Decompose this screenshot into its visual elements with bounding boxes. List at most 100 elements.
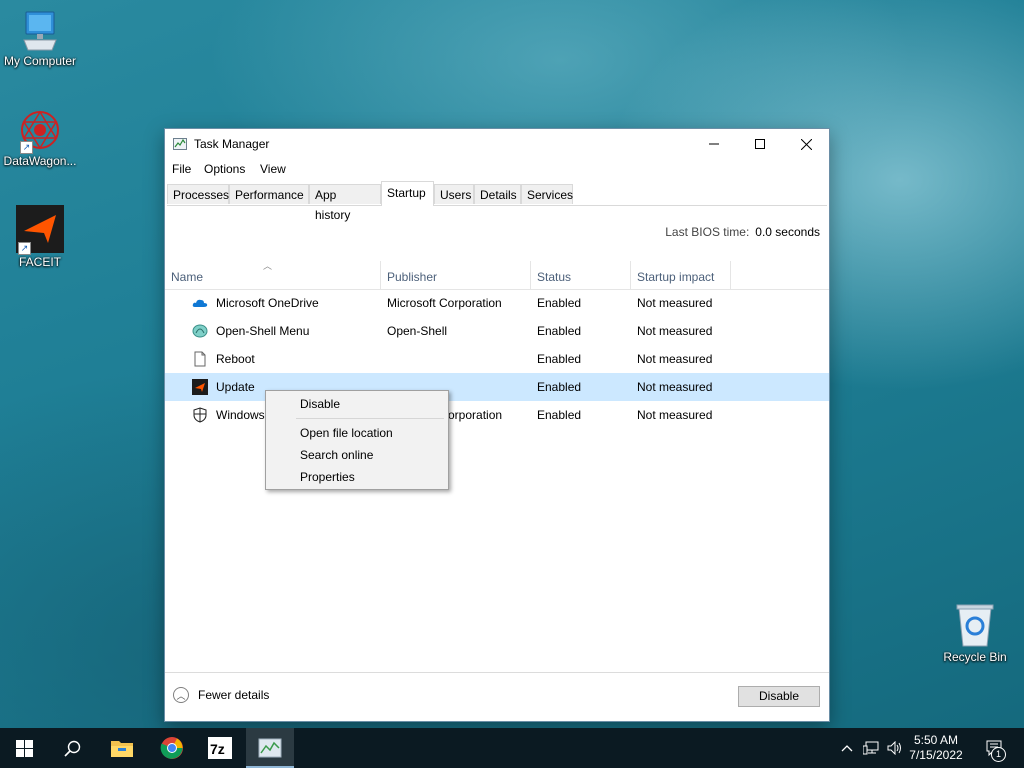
fewer-details-link[interactable]: ︿ Fewer details: [173, 687, 269, 703]
row-impact: Not measured: [637, 296, 713, 310]
row-status: Enabled: [537, 408, 582, 422]
tab-processes[interactable]: Processes: [167, 184, 229, 204]
desktop-icon-label: FACEIT: [18, 255, 61, 269]
window-title: Task Manager: [194, 137, 270, 151]
tab-app-history[interactable]: App history: [309, 184, 381, 222]
row-name: Windows: [216, 408, 265, 422]
svg-text:7z: 7z: [210, 741, 225, 757]
file-explorer-icon: [111, 741, 133, 757]
faceit-icon: ↗: [16, 205, 64, 255]
desktop-icon-datawagon[interactable]: ↗ DataWagon...: [0, 108, 80, 168]
task-manager-icon: [173, 138, 187, 150]
bios-label: Last BIOS time:: [665, 225, 750, 239]
column-label: Name: [171, 270, 204, 284]
7zip-icon: 7z: [208, 737, 232, 759]
menu-bar: File Options View: [165, 159, 829, 179]
faceit-icon: [192, 379, 208, 395]
context-menu-disable[interactable]: Disable: [300, 397, 340, 411]
notification-count-badge: 1: [991, 747, 1006, 762]
maximize-button[interactable]: [737, 129, 783, 159]
column-header-row: ︿ Name Publisher Status Startup impact: [165, 261, 829, 290]
datawagon-icon: ↗: [18, 108, 62, 154]
column-header-publisher[interactable]: Publisher: [381, 261, 531, 289]
table-row[interactable]: Reboot Enabled Not measured: [165, 345, 829, 373]
action-center-button[interactable]: 1: [980, 728, 1010, 768]
context-menu-separator: [296, 418, 444, 419]
clock[interactable]: 5:50 AM 7/15/2022: [904, 733, 968, 763]
tab-details[interactable]: Details: [474, 184, 521, 204]
minimize-button[interactable]: [691, 129, 737, 159]
column-label: Status: [537, 270, 572, 284]
network-icon: [863, 741, 879, 755]
desktop-icon-my-computer[interactable]: My Computer: [0, 10, 80, 68]
column-header-name[interactable]: ︿ Name: [165, 261, 381, 289]
shield-icon: [193, 407, 207, 423]
context-menu-search-online[interactable]: Search online: [300, 448, 373, 462]
search-button[interactable]: [48, 728, 96, 768]
tab-strip: Processes Performance App history Startu…: [167, 181, 827, 222]
row-status: Enabled: [537, 380, 582, 394]
maximize-icon: [755, 139, 765, 149]
volume-button[interactable]: [884, 728, 906, 768]
menu-file[interactable]: File: [172, 162, 191, 176]
row-publisher: Open-Shell: [387, 324, 448, 338]
table-row[interactable]: Microsoft OneDrive Microsoft Corporation…: [165, 289, 829, 317]
open-shell-icon: [192, 324, 208, 338]
menu-options[interactable]: Options: [204, 162, 245, 176]
row-publisher: orporation: [448, 408, 503, 422]
row-impact: Not measured: [637, 324, 713, 338]
clock-date: 7/15/2022: [909, 748, 963, 762]
row-status: Enabled: [537, 352, 582, 366]
row-name: Update: [216, 380, 255, 394]
disable-button[interactable]: Disable: [738, 686, 820, 707]
title-bar[interactable]: Task Manager: [165, 129, 829, 159]
row-name: Microsoft OneDrive: [216, 296, 319, 310]
desktop-icon-faceit[interactable]: ↗ FACEIT: [0, 205, 80, 269]
taskbar-file-explorer[interactable]: [98, 728, 146, 768]
footer-bar: ︿ Fewer details Disable: [165, 672, 829, 721]
tab-performance[interactable]: Performance: [229, 184, 309, 204]
tab-services[interactable]: Services: [521, 184, 573, 204]
context-menu-open-file-location[interactable]: Open file location: [300, 426, 393, 440]
chevron-up-icon: [841, 745, 853, 752]
close-icon: [800, 138, 812, 150]
chrome-icon: [160, 737, 183, 759]
column-label: Publisher: [387, 270, 438, 284]
row-name: Reboot: [216, 352, 255, 366]
minimize-icon: [709, 143, 719, 145]
column-header-status[interactable]: Status: [531, 261, 631, 289]
tab-users[interactable]: Users: [434, 184, 474, 204]
row-status: Enabled: [537, 296, 582, 310]
task-manager-window: Task Manager File Options View Processes…: [164, 128, 830, 722]
computer-icon: [22, 10, 58, 52]
taskbar-chrome[interactable]: [148, 728, 196, 768]
table-row[interactable]: Open-Shell Menu Open-Shell Enabled Not m…: [165, 317, 829, 345]
fewer-details-label: Fewer details: [198, 688, 270, 702]
start-button[interactable]: [0, 728, 48, 768]
network-button[interactable]: [860, 728, 882, 768]
recycle-bin-icon: [955, 602, 995, 648]
desktop-icon-label: DataWagon...: [3, 154, 77, 168]
show-hidden-icons-button[interactable]: [838, 728, 856, 768]
column-header-startup-impact[interactable]: Startup impact: [631, 261, 731, 289]
sort-ascending-icon: ︿: [263, 261, 273, 271]
context-menu-properties[interactable]: Properties: [300, 470, 355, 484]
search-icon: [63, 740, 80, 757]
chevron-up-icon: ︿: [173, 687, 189, 703]
row-impact: Not measured: [637, 380, 713, 394]
shortcut-arrow-icon: ↗: [20, 141, 33, 154]
taskbar-7zip[interactable]: 7z: [196, 728, 244, 768]
row-impact: Not measured: [637, 352, 713, 366]
last-bios-time: Last BIOS time: 0.0 seconds: [665, 225, 820, 239]
close-button[interactable]: [783, 129, 829, 159]
menu-view[interactable]: View: [260, 162, 286, 176]
tab-startup[interactable]: Startup: [381, 181, 434, 206]
context-menu: Disable Open file location Search online…: [265, 390, 449, 490]
clock-time: 5:50 AM: [913, 733, 959, 747]
row-impact: Not measured: [637, 408, 713, 422]
volume-icon: [887, 741, 901, 755]
taskbar: 7z 5:50 AM 7/15/2022 1: [0, 728, 1024, 768]
row-name: Open-Shell Menu: [216, 324, 310, 338]
taskbar-task-manager[interactable]: [246, 728, 294, 768]
desktop-icon-recycle-bin[interactable]: Recycle Bin: [935, 602, 1015, 664]
